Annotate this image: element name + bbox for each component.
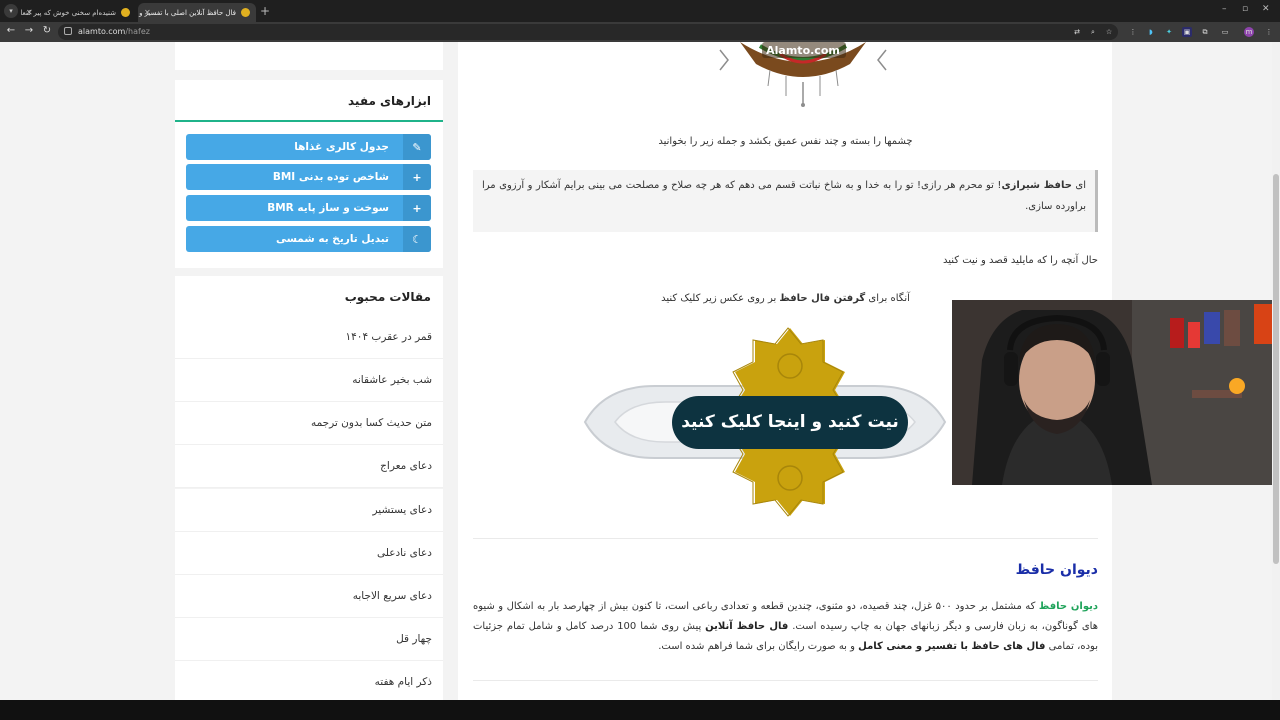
minimize-button[interactable]: –: [1222, 4, 1227, 14]
divan-paragraph: دیوان حافظ که مشتمل بر حدود ۵۰۰ غزل، چند…: [473, 597, 1098, 657]
close-icon[interactable]: ✕: [26, 8, 33, 17]
tab-title: شنیده‌ام سخنی خوش که پیر کنعان: [20, 8, 116, 17]
maximize-button[interactable]: ▫: [1242, 4, 1248, 14]
hafez-ornament-image: Alamto.com: [719, 42, 887, 107]
popular-article-link[interactable]: دعای نادعلی: [175, 532, 443, 575]
tools-title: ابزارهای مفید: [175, 80, 443, 122]
webcam-overlay: [952, 300, 1280, 485]
bookmark-star-icon[interactable]: ☆: [1104, 27, 1114, 37]
extension-icon[interactable]: ▣: [1182, 27, 1192, 37]
extension-icon[interactable]: ✦: [1164, 27, 1174, 37]
tool-bmi-button[interactable]: + شاخص توده بدنی BMI: [186, 164, 431, 190]
popular-article-link[interactable]: شب بخیر عاشقانه: [175, 359, 443, 402]
quote-hafez-name: حافظ شیرازی: [1001, 180, 1072, 191]
translate-icon[interactable]: ⇄: [1072, 27, 1082, 37]
favicon-icon: [121, 8, 130, 17]
extension-icon[interactable]: ⋮: [1128, 27, 1138, 37]
divan-bold: فال های حافظ با تفسیر و معنی کامل: [858, 641, 1046, 652]
reload-icon[interactable]: ↻: [40, 25, 54, 36]
sidebar-card-top: [175, 42, 443, 70]
menu-icon[interactable]: ⋮: [1264, 27, 1274, 37]
tab-strip: ▾ شنیده‌ام سخنی خوش که پیر کنعان ✕ فال ح…: [0, 0, 1280, 22]
zoom-icon[interactable]: ⌕: [1088, 27, 1098, 37]
section-divider: [473, 680, 1098, 681]
tool-bmr-button[interactable]: + سوخت و ساز پایه BMR: [186, 195, 431, 221]
divan-text: و به صورت رایگان برای شما فراهم شده است.: [658, 641, 859, 652]
divan-bold: فال حافظ آنلاین: [705, 621, 789, 632]
popular-article-link[interactable]: متن حدیث کسا بدون ترجمه: [175, 402, 443, 445]
popular-article-link[interactable]: چهار قل: [175, 618, 443, 661]
tool-date-button[interactable]: ☾ تبدیل تاریخ به شمسی: [186, 226, 431, 252]
favicon-icon: [241, 8, 250, 17]
tool-label: تبدیل تاریخ به شمسی: [276, 233, 389, 245]
tab-inactive[interactable]: شنیده‌ام سخنی خوش که پیر کنعان ✕: [20, 3, 136, 22]
back-icon[interactable]: ←: [4, 25, 18, 36]
section-divider: [473, 538, 1098, 539]
url-path: /hafez: [125, 27, 150, 36]
popular-article-link[interactable]: ذکر ایام هفته: [175, 661, 443, 704]
tool-label: شاخص توده بدنی BMI: [272, 171, 389, 183]
address-bar[interactable]: alamto.com/hafez: [58, 24, 1118, 40]
popular-article-link[interactable]: دعای یستشیر: [175, 489, 443, 532]
instruction-text: چشمها را بسته و چند نفس عمیق بکشد و جمله…: [658, 136, 913, 147]
popular-title: مقالات محبوب: [175, 276, 443, 318]
quote-pre: ای: [1071, 180, 1087, 191]
video-bottom-strip: [0, 700, 1280, 720]
prayer-quote: ای حافظ شیرازی! تو محرم هر رازی! تو را ب…: [473, 170, 1098, 232]
click-post: بر روی عکس زیر کلیک کنید: [661, 293, 780, 304]
pencil-icon: ✎: [403, 134, 431, 160]
divan-link[interactable]: دیوان حافظ: [1039, 601, 1098, 612]
moon-icon: ☾: [403, 226, 431, 252]
tool-label: جدول کالری غذاها: [294, 141, 389, 153]
popular-article-link[interactable]: دعای معراج: [175, 445, 443, 488]
tab-active[interactable]: فال حافظ آنلاین اصلی با تفسیر و ✕: [138, 3, 256, 22]
plus-icon: +: [403, 164, 431, 190]
profile-avatar[interactable]: m: [1244, 27, 1254, 37]
popular-widget: مقالات محبوب: [175, 276, 443, 319]
popular-article-link[interactable]: دعای سریع الاجابه: [175, 575, 443, 618]
quote-body: ! تو محرم هر رازی! تو را به خدا و به شاخ…: [482, 180, 1086, 212]
intent-text: حال آنچه را که مایلید قصد و نیت کنید: [943, 255, 1098, 266]
divan-heading: دیوان حافظ: [1015, 562, 1098, 578]
plus-icon: +: [403, 195, 431, 221]
tab-list-button[interactable]: ▾: [4, 4, 18, 18]
browser-toolbar: ← → ↻ alamto.com/hafez ⇄ ⌕ ☆ ⋮ ◗ ✦ ▣ ⧉ ▭…: [0, 22, 1280, 42]
scrollbar-thumb[interactable]: [1273, 174, 1279, 564]
close-window-button[interactable]: ✕: [1262, 4, 1270, 14]
presenter-video-image: [952, 300, 1280, 485]
forward-icon[interactable]: →: [22, 25, 36, 36]
tool-label: سوخت و ساز پایه BMR: [267, 202, 389, 214]
sidebar-toggle-icon[interactable]: ▭: [1220, 27, 1230, 37]
url-host: alamto.com: [78, 27, 126, 36]
click-bold: گرفتن فال حافظ: [779, 293, 866, 304]
watermark-text: Alamto.com: [766, 44, 840, 57]
popular-article-link[interactable]: قمر در عقرب ۱۴۰۴: [175, 316, 443, 359]
extensions-puzzle-icon[interactable]: ⧉: [1200, 27, 1210, 37]
new-tab-button[interactable]: +: [260, 4, 270, 18]
fal-click-button[interactable]: نیت کنید و اینجا کلیک کنید: [672, 396, 908, 449]
extension-icon[interactable]: ◗: [1146, 27, 1156, 37]
tool-calorie-button[interactable]: ✎ جدول کالری غذاها: [186, 134, 431, 160]
close-icon[interactable]: ✕: [144, 8, 151, 17]
click-pre: آنگاه برای: [865, 293, 910, 304]
tab-title: فال حافظ آنلاین اصلی با تفسیر و: [139, 8, 236, 17]
site-info-icon[interactable]: [64, 27, 72, 35]
